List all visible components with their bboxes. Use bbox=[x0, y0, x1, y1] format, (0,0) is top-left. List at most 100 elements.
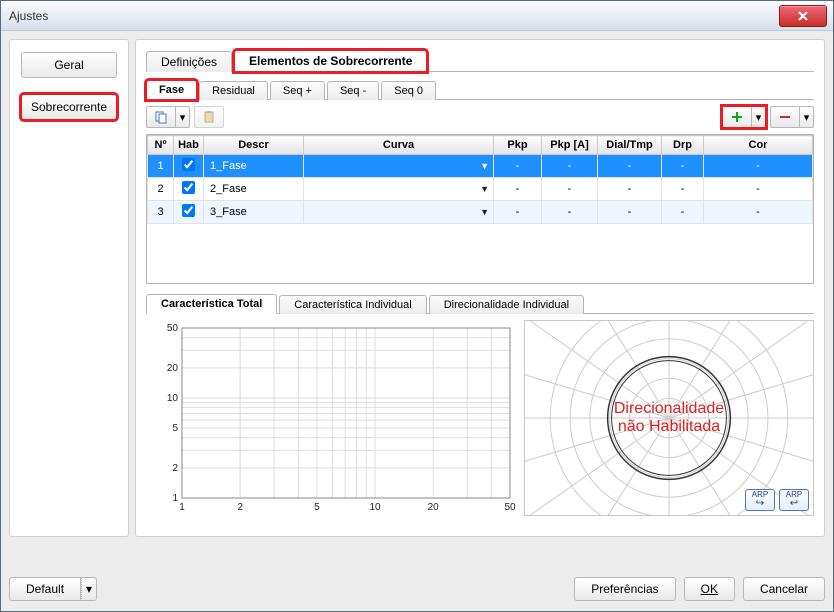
footer: Default ▾ Preferências OK Cancelar bbox=[9, 575, 825, 603]
arrow-left-icon: ↩ bbox=[790, 499, 798, 509]
cell-pkpa[interactable]: - bbox=[542, 155, 598, 178]
close-button[interactable] bbox=[779, 5, 827, 27]
subtab-seq-minus[interactable]: Seq - bbox=[327, 81, 379, 100]
toolbar: ▾ ▾ bbox=[146, 104, 814, 130]
svg-text:5: 5 bbox=[314, 502, 320, 513]
cell-hab[interactable] bbox=[174, 178, 204, 201]
ctab-individual[interactable]: Característica Individual bbox=[279, 295, 426, 314]
table-row[interactable]: 1 1_Fase ▼ - - - - - bbox=[148, 155, 813, 178]
content-area: Geral Sobrecorrente Definições Elementos… bbox=[1, 31, 833, 611]
cancel-button[interactable]: Cancelar bbox=[743, 577, 825, 601]
cell-descr[interactable]: 3_Fase bbox=[204, 201, 304, 224]
remove-split: ▾ bbox=[770, 106, 814, 128]
copy-split: ▾ bbox=[146, 106, 190, 128]
cell-dial[interactable]: - bbox=[598, 155, 662, 178]
cell-pkpa[interactable]: - bbox=[542, 201, 598, 224]
cell-dial[interactable]: - bbox=[598, 178, 662, 201]
arp-right-button[interactable]: ARP↪ bbox=[745, 489, 775, 511]
svg-text:2: 2 bbox=[172, 463, 178, 474]
tab-elementos-sobrecorrente[interactable]: Elementos de Sobrecorrente bbox=[234, 50, 427, 72]
arp-left-button[interactable]: ARP↩ bbox=[779, 489, 809, 511]
cell-cor[interactable]: - bbox=[704, 178, 813, 201]
charts-area: 125102050125102050 bbox=[146, 320, 814, 516]
subtab-fase[interactable]: Fase bbox=[146, 80, 197, 100]
settings-window: Ajustes Geral Sobrecorrente Definições E… bbox=[0, 0, 834, 612]
default-dropdown[interactable]: ▾ bbox=[81, 577, 97, 601]
table-row[interactable]: 3 3_Fase ▼ - - - - - bbox=[148, 201, 813, 224]
col-dial[interactable]: Dial/Tmp bbox=[598, 136, 662, 155]
paste-icon bbox=[202, 110, 216, 124]
hab-checkbox[interactable] bbox=[182, 158, 195, 171]
top-tabs: Definições Elementos de Sobrecorrente bbox=[146, 50, 814, 72]
add-dropdown[interactable]: ▾ bbox=[752, 106, 766, 128]
minus-icon bbox=[779, 111, 791, 123]
subtab-seq-zero[interactable]: Seq 0 bbox=[381, 81, 436, 100]
plus-icon bbox=[731, 111, 743, 123]
cell-cor[interactable]: - bbox=[704, 155, 813, 178]
col-curva[interactable]: Curva bbox=[304, 136, 494, 155]
main-panel: Definições Elementos de Sobrecorrente Fa… bbox=[135, 39, 825, 537]
cell-descr[interactable]: 1_Fase bbox=[204, 155, 304, 178]
subtab-seq-plus[interactable]: Seq + bbox=[270, 81, 325, 100]
table-row[interactable]: 2 2_Fase ▼ - - - - - bbox=[148, 178, 813, 201]
loglog-chart: 125102050125102050 bbox=[146, 320, 516, 516]
copy-dropdown[interactable]: ▾ bbox=[176, 106, 190, 128]
cell-descr[interactable]: 2_Fase bbox=[204, 178, 304, 201]
col-descr[interactable]: Descr bbox=[204, 136, 304, 155]
col-drp[interactable]: Drp bbox=[662, 136, 704, 155]
cell-drp[interactable]: - bbox=[662, 155, 704, 178]
cell-pkp[interactable]: - bbox=[494, 201, 542, 224]
sidebar-item-geral[interactable]: Geral bbox=[21, 52, 117, 78]
remove-dropdown[interactable]: ▾ bbox=[800, 106, 814, 128]
main: Definições Elementos de Sobrecorrente Fa… bbox=[135, 39, 825, 537]
sub-tabs: Fase Residual Seq + Seq - Seq 0 bbox=[146, 78, 814, 100]
sidebar-panel: Geral Sobrecorrente bbox=[9, 39, 129, 537]
chevron-down-icon[interactable]: ▼ bbox=[480, 207, 489, 217]
col-pkp[interactable]: Pkp bbox=[494, 136, 542, 155]
remove-button[interactable] bbox=[770, 106, 800, 128]
copy-button[interactable] bbox=[146, 106, 176, 128]
hab-checkbox[interactable] bbox=[182, 204, 195, 217]
ok-button[interactable]: OK bbox=[684, 577, 735, 601]
cell-curva[interactable]: ▼ bbox=[304, 155, 494, 178]
svg-text:20: 20 bbox=[167, 363, 179, 374]
subtab-residual[interactable]: Residual bbox=[199, 81, 268, 100]
chevron-down-icon[interactable]: ▼ bbox=[480, 184, 489, 194]
cell-pkp[interactable]: - bbox=[494, 155, 542, 178]
col-cor[interactable]: Cor bbox=[704, 136, 813, 155]
svg-text:20: 20 bbox=[428, 502, 440, 513]
cell-curva[interactable]: ▼ bbox=[304, 178, 494, 201]
sidebar-item-sobrecorrente[interactable]: Sobrecorrente bbox=[21, 94, 117, 120]
ctab-direcionalidade[interactable]: Direcionalidade Individual bbox=[429, 295, 584, 314]
cell-drp[interactable]: - bbox=[662, 201, 704, 224]
ctab-total[interactable]: Característica Total bbox=[146, 294, 277, 314]
cell-pkpa[interactable]: - bbox=[542, 178, 598, 201]
cell-curva[interactable]: ▼ bbox=[304, 201, 494, 224]
paste-button[interactable] bbox=[194, 106, 224, 128]
svg-text:5: 5 bbox=[172, 423, 178, 434]
hab-checkbox[interactable] bbox=[182, 181, 195, 194]
window-title: Ajustes bbox=[9, 9, 48, 23]
polar-chart: Direcionalidade não Habilitada ARP↪ ARP↩ bbox=[524, 320, 814, 516]
arrow-right-icon: ↪ bbox=[756, 499, 764, 509]
chevron-down-icon[interactable]: ▼ bbox=[480, 161, 489, 171]
copy-icon bbox=[154, 110, 168, 124]
svg-text:10: 10 bbox=[369, 502, 381, 513]
preferences-button[interactable]: Preferências bbox=[574, 577, 675, 601]
add-button[interactable] bbox=[722, 106, 752, 128]
col-pkpa[interactable]: Pkp [A] bbox=[542, 136, 598, 155]
col-hab[interactable]: Hab bbox=[174, 136, 204, 155]
svg-text:1: 1 bbox=[179, 502, 185, 513]
default-button[interactable]: Default bbox=[9, 577, 81, 601]
cell-cor[interactable]: - bbox=[704, 201, 813, 224]
tab-definicoes[interactable]: Definições bbox=[146, 51, 232, 72]
cell-dial[interactable]: - bbox=[598, 201, 662, 224]
titlebar: Ajustes bbox=[1, 1, 833, 31]
col-n[interactable]: Nº bbox=[148, 136, 174, 155]
cell-pkp[interactable]: - bbox=[494, 178, 542, 201]
cell-hab[interactable] bbox=[174, 155, 204, 178]
cell-hab[interactable] bbox=[174, 201, 204, 224]
svg-text:50: 50 bbox=[504, 502, 516, 513]
svg-text:1: 1 bbox=[172, 493, 178, 504]
cell-drp[interactable]: - bbox=[662, 178, 704, 201]
